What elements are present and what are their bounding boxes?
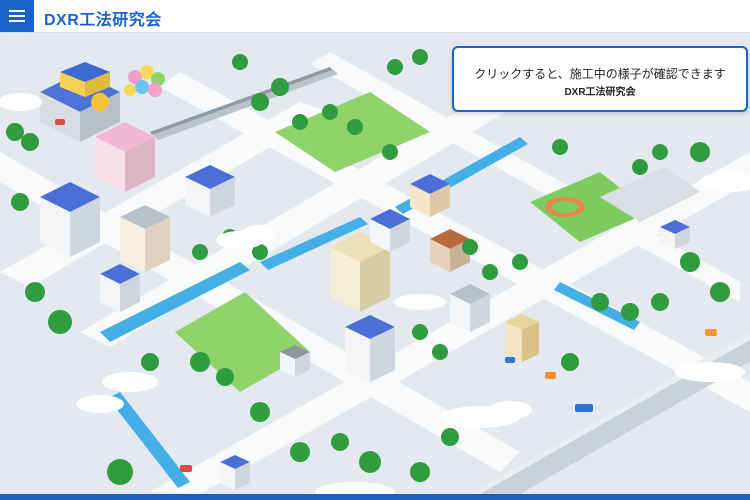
info-callout[interactable]: クリックすると、施工中の様子が確認できます DXR工法研究会 xyxy=(452,46,748,112)
info-message: クリックすると、施工中の様子が確認できます xyxy=(474,67,726,81)
building xyxy=(505,314,539,362)
hamburger-line xyxy=(9,20,25,22)
building xyxy=(220,455,250,490)
building xyxy=(450,284,490,332)
site-title[interactable]: DXR工法研究会 xyxy=(44,6,162,30)
bottom-bar xyxy=(0,494,750,500)
building xyxy=(120,205,170,272)
menu-button[interactable] xyxy=(0,0,34,32)
building xyxy=(100,264,140,312)
building xyxy=(40,182,100,257)
building xyxy=(95,122,155,192)
top-header: DXR工法研究会 xyxy=(0,0,750,33)
hamburger-line xyxy=(9,15,25,17)
info-org-name: DXR工法研究会 xyxy=(564,87,636,98)
hamburger-line xyxy=(9,10,25,12)
building xyxy=(345,315,395,382)
